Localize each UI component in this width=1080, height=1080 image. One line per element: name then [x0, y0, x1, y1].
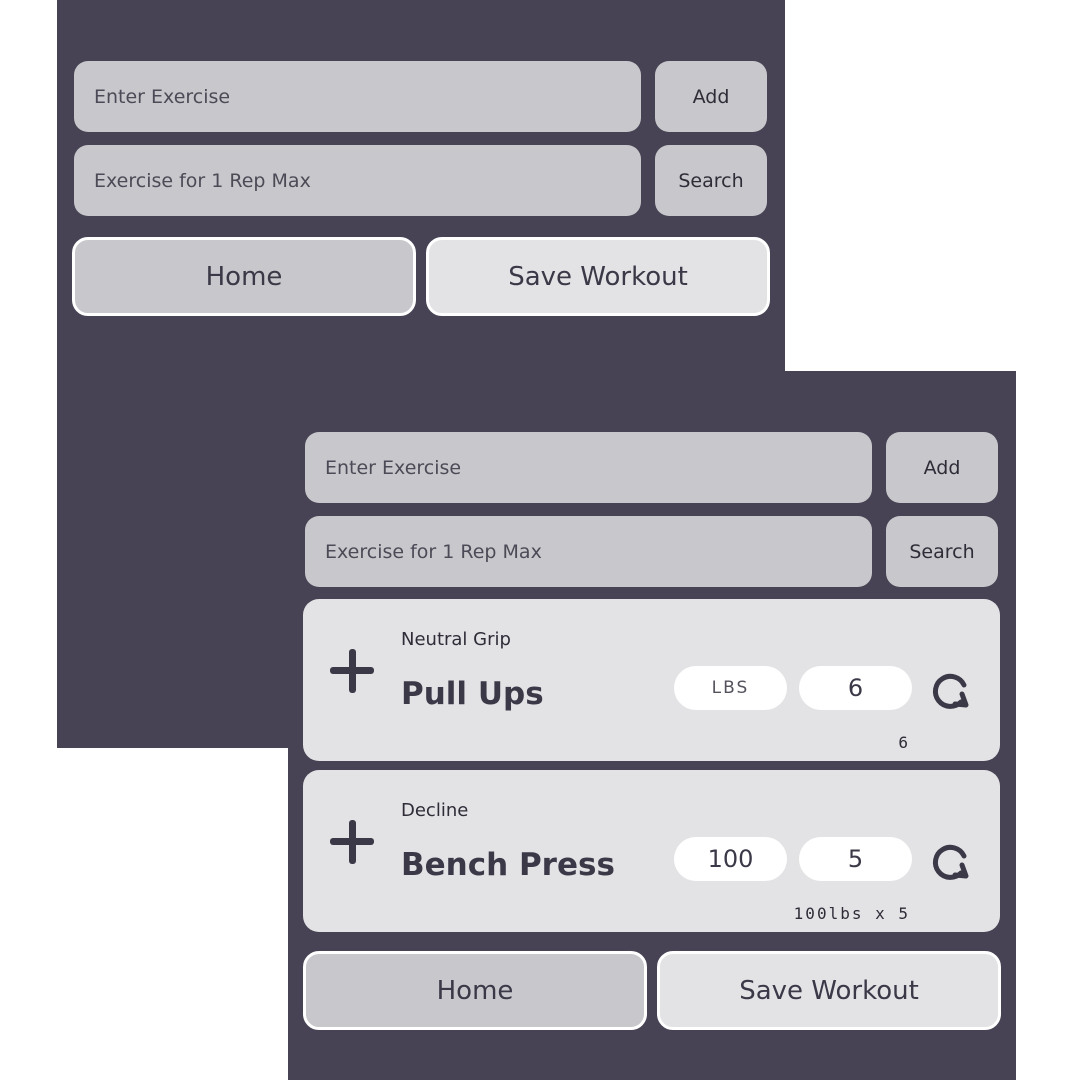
enter-exercise-input[interactable]: Enter Exercise — [305, 432, 872, 503]
set-result: 100lbs x 5 — [793, 904, 910, 923]
reps-input[interactable]: 5 — [799, 837, 912, 881]
search-button[interactable]: Search — [886, 516, 998, 587]
reps-input[interactable]: 6 — [799, 666, 912, 710]
search-button[interactable]: Search — [655, 145, 767, 216]
plus-icon[interactable] — [330, 820, 374, 864]
save-workout-button[interactable]: Save Workout — [657, 951, 1001, 1030]
exercise-card: Decline Bench Press 100 5 100lbs x 5 — [303, 770, 1000, 932]
exercise-card: Neutral Grip Pull Ups LBS 6 6 — [303, 599, 1000, 761]
workout-screen-with-exercises: Enter Exercise Add Exercise for 1 Rep Ma… — [288, 371, 1016, 1080]
set-result: 6 — [898, 733, 910, 752]
home-button[interactable]: Home — [303, 951, 647, 1030]
enter-exercise-input[interactable]: Enter Exercise — [74, 61, 641, 132]
exercise-variant: Decline — [401, 800, 469, 821]
add-button[interactable]: Add — [886, 432, 998, 503]
save-workout-button[interactable]: Save Workout — [426, 237, 770, 316]
one-rep-max-search-input[interactable]: Exercise for 1 Rep Max — [74, 145, 641, 216]
refresh-icon[interactable] — [931, 671, 971, 711]
exercise-variant: Neutral Grip — [401, 629, 511, 650]
exercise-name: Pull Ups — [401, 676, 544, 712]
weight-input[interactable]: LBS — [674, 666, 787, 710]
one-rep-max-search-input[interactable]: Exercise for 1 Rep Max — [305, 516, 872, 587]
refresh-icon[interactable] — [931, 842, 971, 882]
plus-icon[interactable] — [330, 649, 374, 693]
add-button[interactable]: Add — [655, 61, 767, 132]
exercise-name: Bench Press — [401, 847, 615, 883]
home-button[interactable]: Home — [72, 237, 416, 316]
weight-input[interactable]: 100 — [674, 837, 787, 881]
